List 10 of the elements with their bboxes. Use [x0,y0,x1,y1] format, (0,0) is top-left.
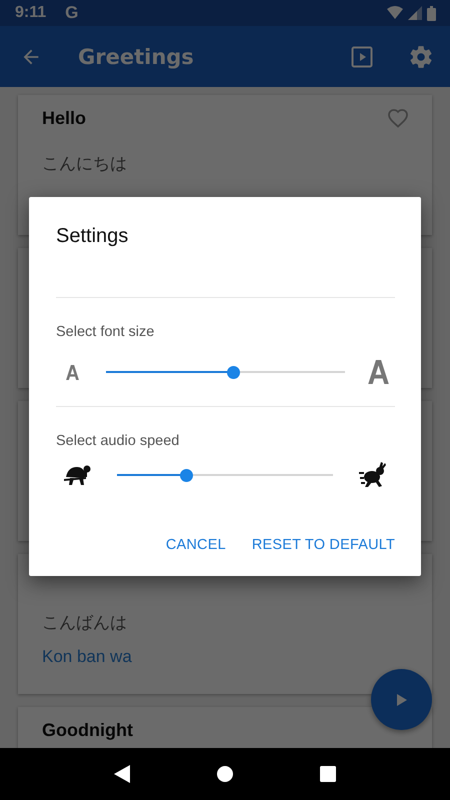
screen-title: Greetings [78,44,194,68]
clock-time: 9:11 [15,4,46,22]
romaji-text: Kon ban wa [42,647,132,666]
phrase-title: Goodnight [42,720,133,740]
slider-label: Select font size [56,324,156,340]
phrase-title: Hello [42,108,86,128]
japanese-text: こんにちは [42,154,127,174]
notification-glyph: G [65,3,78,23]
slider-label: Select audio speed [56,433,180,449]
japanese-text: こんばんは [42,613,127,633]
